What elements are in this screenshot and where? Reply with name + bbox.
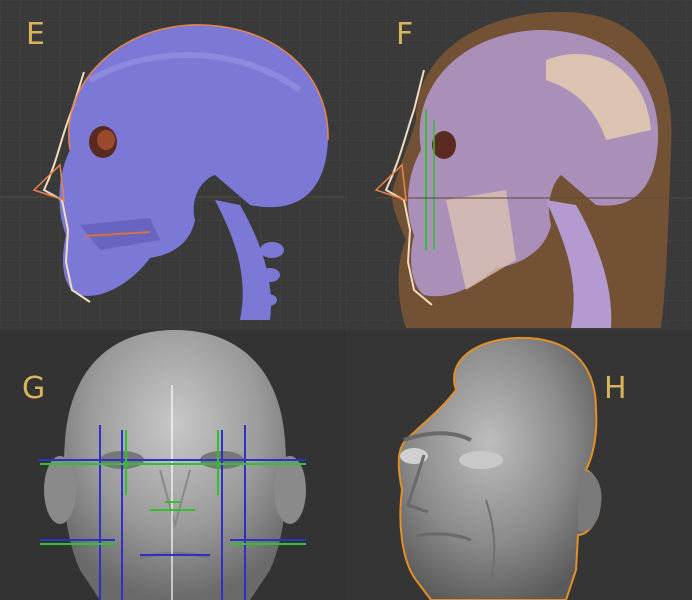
- panel-f: F: [346, 0, 692, 330]
- sculpt-three-quarter-head-image: [346, 330, 692, 600]
- panel-g: G: [0, 330, 346, 600]
- panel-e: E: [0, 0, 346, 330]
- panel-label-f: F: [396, 17, 414, 52]
- panel-label-e: E: [26, 17, 45, 52]
- figure-grid: E F G H: [0, 0, 692, 600]
- panel-label-g: G: [22, 371, 46, 406]
- panel-label-h: H: [604, 371, 627, 406]
- skull-profile-image: [0, 0, 346, 330]
- panel-h: H: [346, 330, 692, 600]
- sculpt-front-head-image: [0, 330, 346, 600]
